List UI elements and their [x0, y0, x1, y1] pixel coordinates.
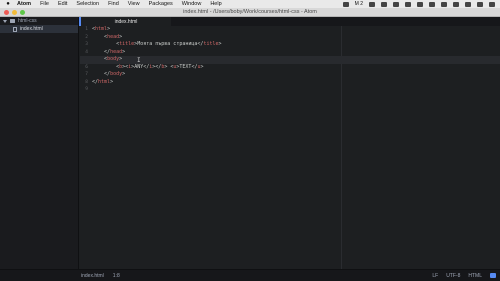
punct: >: [122, 48, 126, 55]
apple-icon[interactable]: ●: [5, 1, 11, 7]
text-content: ANY: [134, 63, 144, 70]
code-line[interactable]: <title>Моята първа страница</title>: [92, 41, 500, 49]
tree-project-folder[interactable]: html-css: [0, 17, 78, 25]
status-encoding[interactable]: UTF-8: [446, 273, 460, 279]
menu-extras: M 2: [342, 1, 495, 7]
window-title-bar: index.html - /Users/boby/Work/courses/ht…: [0, 8, 500, 17]
code-line[interactable]: [92, 86, 500, 94]
line-number: 4: [85, 49, 88, 55]
line-number: 9: [85, 87, 88, 92]
punct: >: [200, 63, 204, 70]
file-icon: [13, 26, 17, 32]
tag-name: html: [95, 26, 108, 32]
menu-view[interactable]: View: [128, 1, 140, 7]
display-icon[interactable]: [381, 1, 387, 7]
tag-name: body: [107, 56, 120, 62]
volume-icon[interactable]: [429, 1, 435, 7]
chevron-down-icon: [3, 19, 7, 23]
search-icon[interactable]: [477, 1, 483, 7]
line-number: 8: [85, 79, 88, 85]
tag-name: title: [203, 41, 219, 47]
code-line[interactable]: </head>: [92, 49, 500, 57]
menu-atom[interactable]: Atom: [17, 1, 31, 7]
line-number: 6: [85, 64, 88, 70]
menu-window[interactable]: Window: [182, 1, 202, 7]
tag-name: head: [110, 48, 123, 55]
code-line[interactable]: <b><i>ANY</i></b> <u>TEXT</u>: [92, 64, 500, 72]
file-label: index.html: [20, 26, 43, 32]
menu-edit[interactable]: Edit: [58, 1, 67, 7]
status-file-name[interactable]: index.html: [81, 273, 104, 279]
status-grammar[interactable]: HTML: [468, 273, 482, 279]
menu-bar: ● Atom File Edit Selection Find View Pac…: [0, 0, 500, 8]
github-icon[interactable]: [490, 273, 496, 278]
line-number: 7: [85, 72, 88, 77]
code-area[interactable]: <html> <head> <title>Моята първа страниц…: [80, 26, 500, 94]
tag-name: head: [107, 33, 120, 40]
time-machine-icon[interactable]: [393, 1, 399, 7]
code-line[interactable]: <head>: [92, 34, 500, 42]
editor-pane[interactable]: 1 2 3 4 5 6 7 8 9 <html> <head> <title>М…: [80, 26, 500, 269]
code-line[interactable]: </body>: [92, 71, 500, 79]
tag-name: body: [110, 71, 123, 77]
tag-name: title: [119, 41, 135, 47]
flag-icon[interactable]: [441, 1, 447, 7]
status-bar-left: index.html 1:8: [81, 273, 120, 279]
menu-find[interactable]: Find: [108, 1, 119, 7]
code-line[interactable]: <html>: [92, 26, 500, 34]
status-line-ending[interactable]: LF: [432, 273, 438, 279]
punct: >: [218, 41, 222, 47]
project-folder-label: html-css: [18, 18, 37, 24]
status-cursor-position[interactable]: 1:8: [113, 273, 120, 279]
punct: >: [119, 56, 123, 62]
punct: >: [122, 71, 126, 77]
menu-selection[interactable]: Selection: [76, 1, 99, 7]
status-bar: index.html 1:8 LF UTF-8 HTML: [0, 269, 500, 281]
code-line[interactable]: </html>: [92, 79, 500, 87]
wifi-icon[interactable]: [417, 1, 423, 7]
tree-view: html-css index.html: [0, 17, 79, 269]
line-number: 3: [85, 42, 88, 47]
line-number: 2: [85, 34, 88, 40]
line-number: 1: [85, 27, 88, 32]
text-cursor-icon: I: [137, 57, 141, 64]
code-line-active[interactable]: <body>: [80, 56, 500, 64]
status-text[interactable]: M 2: [355, 1, 363, 7]
text-content: Моята първа страница: [137, 41, 198, 47]
notification-center-icon[interactable]: [489, 1, 495, 7]
window-title: index.html - /Users/boby/Work/courses/ht…: [183, 9, 317, 15]
tree-file-index-html[interactable]: index.html: [0, 25, 78, 33]
bluetooth-icon[interactable]: [405, 1, 411, 7]
tag-name: html: [98, 78, 111, 85]
folder-icon: [10, 19, 15, 23]
tab-index-html[interactable]: index.html: [79, 17, 171, 26]
menu-file[interactable]: File: [40, 1, 49, 7]
record-icon[interactable]: [342, 1, 349, 7]
status-bar-right: LF UTF-8 HTML: [432, 273, 496, 279]
punct: >: [119, 33, 123, 40]
user-icon[interactable]: [465, 1, 471, 7]
menu-packages[interactable]: Packages: [149, 1, 173, 7]
punct: >: [107, 26, 111, 32]
menu-help[interactable]: Help: [210, 1, 221, 7]
text-content: TEXT: [179, 63, 192, 70]
dropbox-icon[interactable]: [369, 1, 375, 7]
battery-icon[interactable]: [453, 1, 459, 7]
punct: >: [110, 78, 114, 85]
